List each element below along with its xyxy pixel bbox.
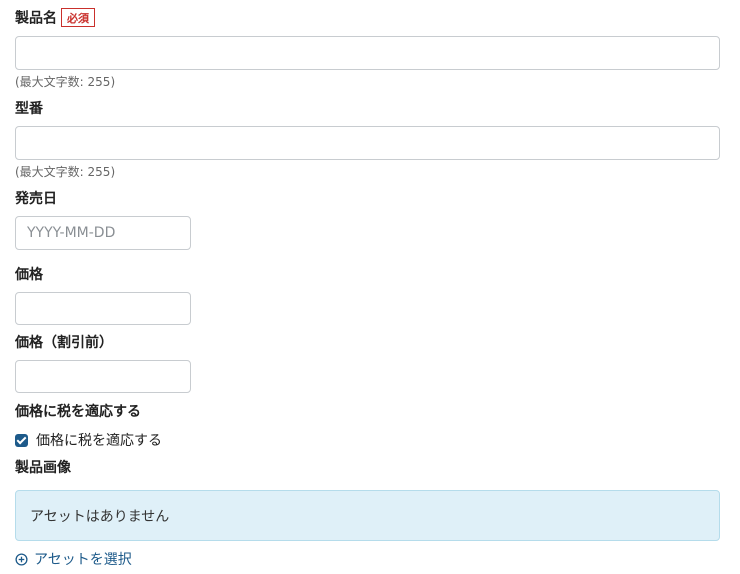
product-name-help: (最大文字数: 255): [15, 75, 116, 89]
apply-tax-label: 価格に税を適応する: [15, 404, 141, 420]
plus-circle-icon: [15, 552, 28, 566]
select-asset-link[interactable]: アセットを選択: [15, 549, 132, 569]
apply-tax-checkbox-row[interactable]: 価格に税を適応する: [15, 431, 162, 449]
product-name-label-text: 製品名: [15, 10, 57, 27]
price-input[interactable]: [15, 292, 191, 325]
apply-tax-checkbox-label[interactable]: 価格に税を適応する: [36, 430, 162, 450]
no-assets-message-box: アセットはありません: [15, 490, 720, 541]
apply-tax-checkbox[interactable]: [15, 433, 28, 447]
select-asset-label[interactable]: アセットを選択: [34, 549, 132, 569]
model-number-help: (最大文字数: 255): [15, 165, 116, 179]
model-number-input[interactable]: [15, 126, 720, 160]
product-image-label: 製品画像: [15, 460, 71, 476]
release-date-label: 発売日: [15, 191, 57, 207]
price-before-discount-input[interactable]: [15, 360, 191, 393]
model-number-label: 型番: [15, 101, 43, 117]
price-label: 価格: [15, 267, 43, 283]
required-badge: 必須: [61, 8, 95, 27]
no-assets-message: アセットはありません: [30, 508, 170, 525]
product-name-label: 製品名 必須: [15, 8, 95, 28]
release-date-input[interactable]: [15, 216, 191, 250]
product-form: 製品名必須 (最大文字数: 255) 型番 (最大文字数: 255) 発売日 価…: [0, 0, 740, 574]
product-name-input[interactable]: [15, 36, 720, 70]
price-before-discount-label: 価格（割引前）: [15, 335, 113, 351]
